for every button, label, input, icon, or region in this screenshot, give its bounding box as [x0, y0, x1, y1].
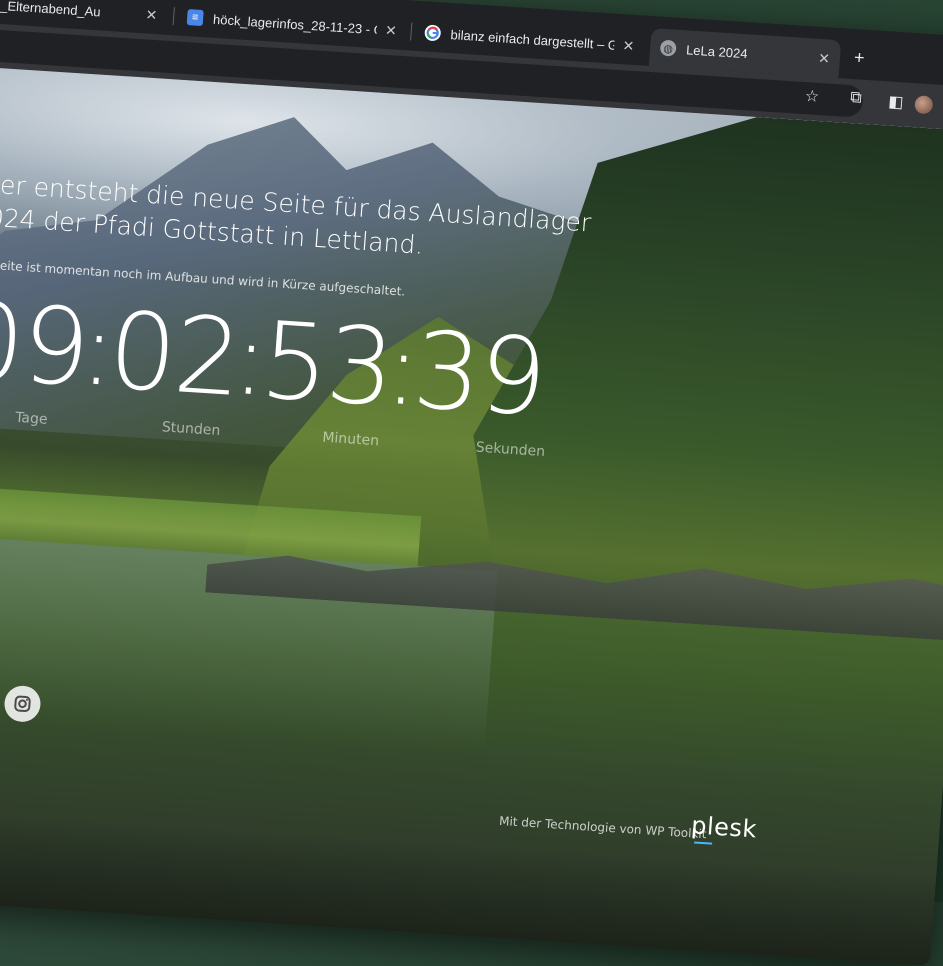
countdown-minutes: 53 [256, 298, 397, 430]
close-icon[interactable]: ✕ [145, 6, 158, 24]
close-icon[interactable]: ✕ [384, 21, 398, 39]
countdown-seconds: 39 [409, 308, 549, 440]
close-icon[interactable]: ✕ [622, 37, 635, 55]
tab-separator [410, 22, 413, 41]
sidepanel-icon[interactable]: ◧ [884, 91, 907, 112]
google-icon [424, 24, 442, 42]
coming-soon-page: Hier entsteht die neue Seite für das Aus… [0, 63, 943, 966]
tab-separator [172, 7, 175, 26]
countdown-hours: 02 [104, 288, 245, 420]
docs-icon: ≡ [186, 9, 204, 27]
browser-window: sentation_Elternabend_Au ✕ ≡ höck_lageri… [0, 0, 943, 966]
globe-icon: ◍ [659, 39, 677, 57]
close-icon[interactable]: ✕ [818, 49, 831, 67]
tab-title: sentation_Elternabend_Au [0, 0, 102, 19]
tab-title: LeLa 2024 [685, 41, 749, 61]
extensions-icon[interactable]: ⧉ [844, 89, 867, 108]
profile-avatar[interactable] [914, 95, 934, 115]
tab-title: bilanz einfach dargestellt – Go [450, 26, 616, 53]
star-icon[interactable]: ☆ [800, 86, 823, 107]
plesk-logo[interactable]: plesk [690, 811, 757, 843]
new-tab-button[interactable]: + [853, 47, 865, 69]
tab-title: höck_lagerinfos_28-11-23 - G [212, 11, 378, 37]
